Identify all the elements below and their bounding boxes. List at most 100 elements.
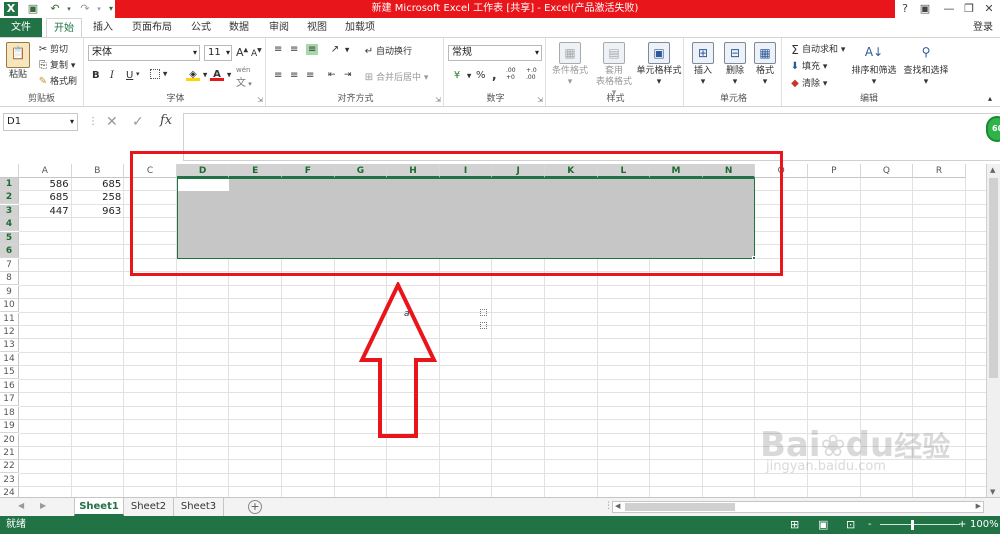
row-header-20[interactable]: 20 <box>0 433 19 447</box>
tab-file[interactable]: 文件 <box>0 18 42 37</box>
insert-function-button[interactable]: fx <box>160 113 172 128</box>
scroll-left-arrow-icon[interactable]: ◀ <box>615 502 620 510</box>
border-button[interactable]: ▾ <box>150 69 167 80</box>
scroll-right-arrow-icon[interactable]: ▶ <box>976 502 981 510</box>
tab-formulas[interactable]: 公式 <box>184 18 218 37</box>
clear-button[interactable]: ◆ 清除 ▾ <box>788 76 827 90</box>
merge-center-button[interactable]: ⊞ 合并后居中 ▾ <box>362 70 429 84</box>
row-header-18[interactable]: 18 <box>0 406 19 420</box>
page-break-view-icon[interactable]: ⊡ <box>846 516 855 534</box>
close-button[interactable]: ✕ <box>980 1 998 17</box>
delete-cells-button[interactable]: ⊟ 删除 ▾ <box>720 42 750 88</box>
save-icon[interactable]: ▣ <box>26 2 40 16</box>
cell-b2[interactable]: 258 <box>72 191 125 204</box>
row-header-8[interactable]: 8 <box>0 272 19 286</box>
row-header-21[interactable]: 21 <box>0 447 19 460</box>
zoom-slider[interactable] <box>880 524 960 525</box>
cell-styles-button[interactable]: ▣ 单元格样式 ▾ <box>636 42 682 88</box>
help-button[interactable]: ? <box>896 1 914 17</box>
tab-view[interactable]: 视图 <box>300 18 334 37</box>
row-header-6[interactable]: 6 <box>0 245 19 259</box>
zoom-out-button[interactable]: - <box>868 516 872 534</box>
sheet-tab-sheet1[interactable]: Sheet1 <box>74 498 124 516</box>
accounting-format-button[interactable]: ¥ ▾ <box>450 70 472 82</box>
percent-button[interactable]: % <box>476 70 486 81</box>
maximize-button[interactable]: ❐ <box>960 1 978 17</box>
orientation-button[interactable]: ↗ ▾ <box>328 44 350 56</box>
cancel-entry-icon[interactable]: ✕ <box>106 114 118 130</box>
column-header-b[interactable]: B <box>71 164 125 178</box>
sheet-tab-sheet3[interactable]: Sheet3 <box>174 498 224 516</box>
increase-font-button[interactable]: A▲ <box>236 46 248 59</box>
align-center-button[interactable]: ≡ <box>290 70 298 81</box>
font-name-select[interactable]: 宋体 ▾ <box>88 45 200 61</box>
normal-view-icon[interactable]: ⊞ <box>790 516 799 534</box>
cell-a2[interactable]: 685 <box>19 191 72 204</box>
align-top-button[interactable]: ≡ <box>274 44 282 55</box>
row-header-9[interactable]: 9 <box>0 285 19 299</box>
undo-icon[interactable]: ↶ <box>48 2 62 16</box>
italic-button[interactable]: I <box>110 70 114 81</box>
row-header-11[interactable]: 11 <box>0 312 19 326</box>
row-header-14[interactable]: 14 <box>0 352 19 366</box>
undo-dropdown-icon[interactable]: ▾ <box>62 2 76 16</box>
format-cells-button[interactable]: ▦ 格式 ▾ <box>750 42 780 88</box>
formula-bar-splitter-icon[interactable]: ⋮ <box>88 116 98 127</box>
row-header-2[interactable]: 2 <box>0 191 19 205</box>
align-middle-button[interactable]: ≡ <box>290 44 298 55</box>
format-painter-button[interactable]: ✎ 格式刷 <box>36 74 77 88</box>
row-header-22[interactable]: 22 <box>0 460 19 474</box>
number-format-select[interactable]: 常规 ▾ <box>448 45 542 61</box>
confirm-entry-icon[interactable]: ✓ <box>132 114 144 130</box>
fill-button[interactable]: ⬇ 填充 ▾ <box>788 59 828 73</box>
align-bottom-button[interactable]: ≡ <box>306 44 319 55</box>
autosum-button[interactable]: Σ 自动求和 ▾ <box>788 42 845 56</box>
row-header-4[interactable]: 4 <box>0 218 19 232</box>
row-header-16[interactable]: 16 <box>0 379 19 393</box>
find-select-button[interactable]: ⚲ 查找和选择 ▾ <box>900 42 952 88</box>
number-dialog-launcher-icon[interactable]: ⇲ <box>537 96 543 104</box>
tab-insert[interactable]: 插入 <box>86 18 120 37</box>
tab-data[interactable]: 数据 <box>222 18 256 37</box>
wrap-text-button[interactable]: ↵ 自动换行 <box>362 44 412 58</box>
row-header-23[interactable]: 23 <box>0 473 19 487</box>
align-left-button[interactable]: ≡ <box>274 70 282 81</box>
tab-addins[interactable]: 加载项 <box>338 18 382 37</box>
copy-button[interactable]: ⎘ 复制 ▾ <box>36 58 75 72</box>
select-all-corner[interactable] <box>0 164 19 178</box>
comma-button[interactable]: , <box>492 68 497 82</box>
row-header-10[interactable]: 10 <box>0 299 19 313</box>
tab-page-layout[interactable]: 页面布局 <box>124 18 180 37</box>
paste-option-icon[interactable] <box>480 322 487 329</box>
scroll-right-icon[interactable]: ▶ <box>40 501 46 510</box>
column-header-p[interactable]: P <box>808 164 861 178</box>
redo-icon[interactable]: ↷ <box>78 2 92 16</box>
font-size-select[interactable]: 11 ▾ <box>204 45 232 61</box>
minimize-button[interactable]: — <box>940 1 958 17</box>
tab-review[interactable]: 审阅 <box>262 18 296 37</box>
row-header-1[interactable]: 1 <box>0 178 19 191</box>
cell-a3[interactable]: 447 <box>19 205 72 218</box>
row-header-17[interactable]: 17 <box>0 393 19 407</box>
sort-filter-button[interactable]: A↓ 排序和筛选 ▾ <box>850 42 898 88</box>
row-header-12[interactable]: 12 <box>0 325 19 339</box>
column-header-r[interactable]: R <box>913 164 966 178</box>
column-header-a[interactable]: A <box>19 164 72 178</box>
increase-decimal-button[interactable]: .00 +0 <box>506 67 522 81</box>
floating-badge[interactable]: 60 <box>986 116 1000 142</box>
phonetic-button[interactable]: wén 文 ▾ <box>236 66 252 89</box>
increase-indent-button[interactable]: ⇥ <box>344 70 352 80</box>
paste-option-icon[interactable] <box>480 309 487 316</box>
zoom-in-button[interactable]: + <box>958 516 966 534</box>
cell-b3[interactable]: 963 <box>72 205 125 218</box>
scroll-left-icon[interactable]: ◀ <box>18 501 24 510</box>
cell-b1[interactable]: 685 <box>72 178 125 191</box>
row-header-19[interactable]: 19 <box>0 420 19 434</box>
sheet-tab-sheet2[interactable]: Sheet2 <box>124 498 174 516</box>
zoom-level[interactable]: 100% <box>970 516 999 534</box>
alignment-dialog-launcher-icon[interactable]: ⇲ <box>435 96 441 104</box>
align-right-button[interactable]: ≡ <box>306 70 314 81</box>
bold-button[interactable]: B <box>92 70 100 81</box>
font-color-button[interactable]: A ▾ <box>210 69 231 81</box>
decrease-font-button[interactable]: A▼ <box>251 47 262 59</box>
